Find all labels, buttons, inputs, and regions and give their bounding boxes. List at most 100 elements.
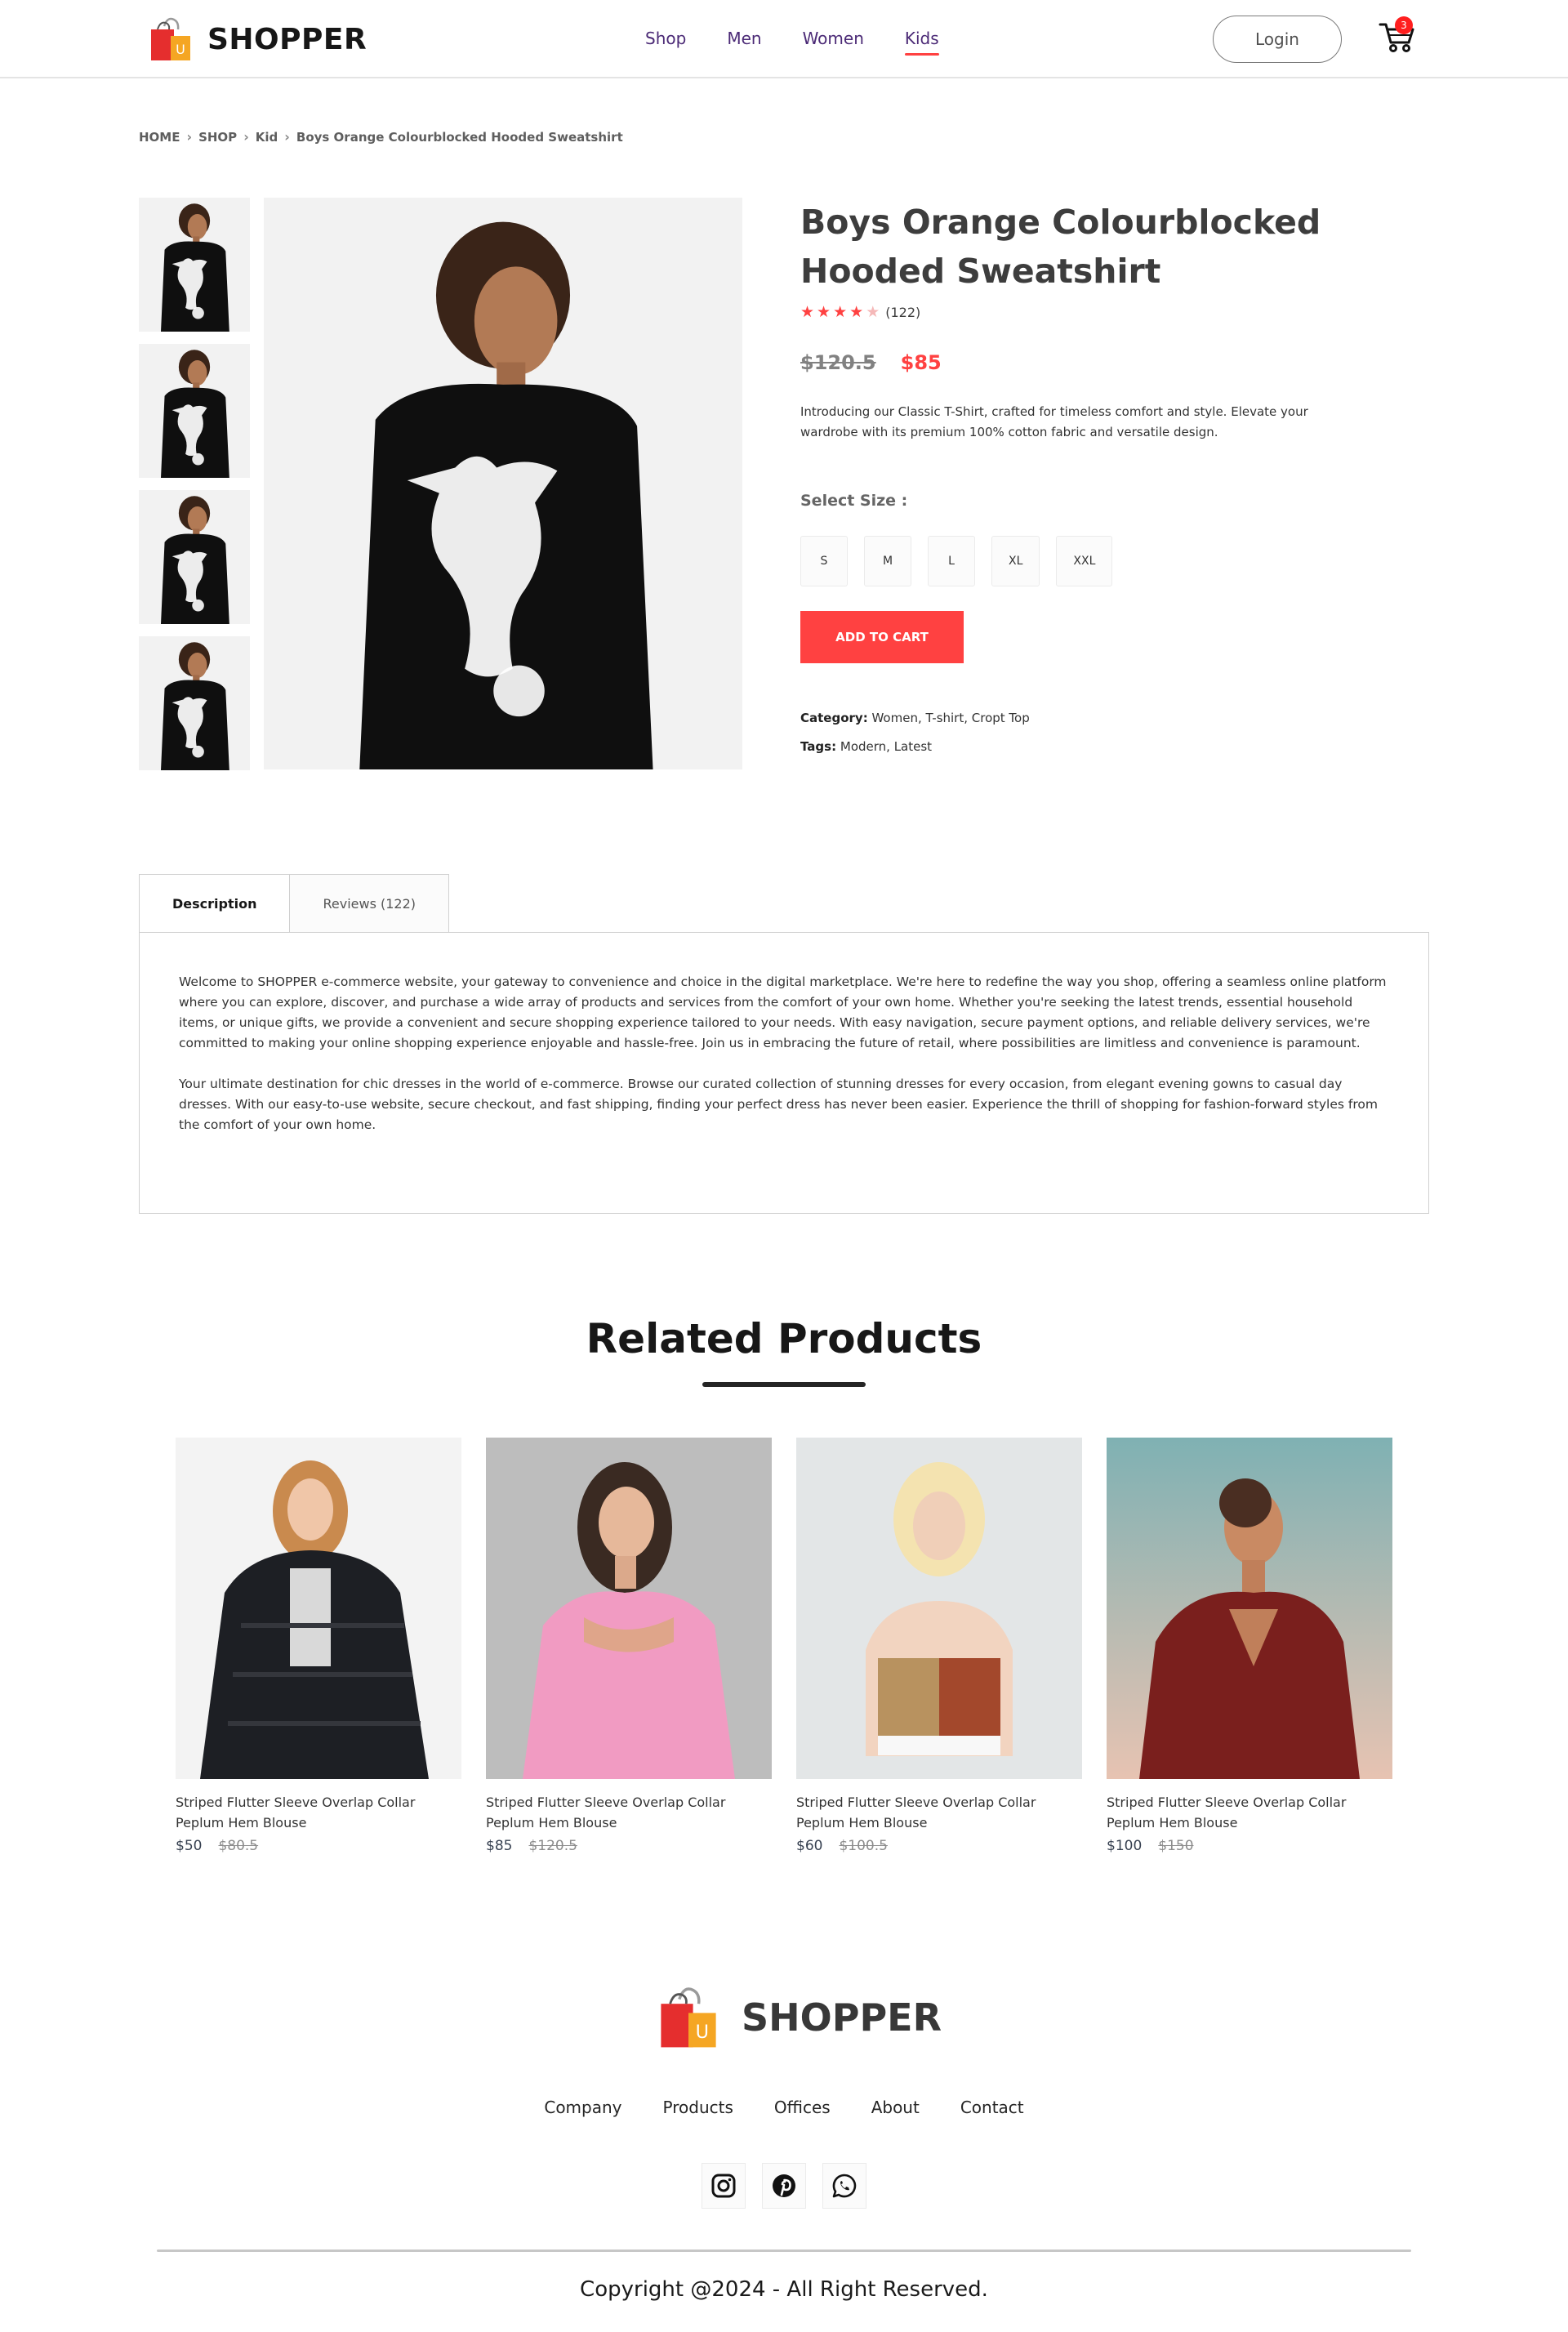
category-row: Category: Women, T-shirt, Cropt Top [800, 704, 1388, 733]
tags-value: Modern, Latest [840, 739, 933, 754]
size-option-l[interactable]: L [928, 536, 975, 586]
product-thumbnail[interactable] [139, 490, 250, 624]
add-to-cart-button[interactable]: ADD TO CART [800, 611, 964, 663]
login-button[interactable]: Login [1213, 16, 1342, 63]
size-option-m[interactable]: M [864, 536, 911, 586]
footer-link-products[interactable]: Products [663, 2098, 733, 2117]
star-filled-icon: ★ [817, 303, 831, 321]
shopping-bag-logo-icon [145, 15, 196, 64]
size-option-xxl[interactable]: XXL [1056, 536, 1113, 586]
footer-brand-name: SHOPPER [742, 1995, 942, 2040]
description-paragraph: Welcome to SHOPPER e-commerce website, y… [179, 974, 1387, 1050]
size-option-xl[interactable]: XL [991, 536, 1040, 586]
main-nav: Shop Men Women Kids [645, 25, 939, 56]
tab-description[interactable]: Description [139, 874, 291, 933]
product-title: Boys Orange Colourblocked Hooded Sweatsh… [800, 198, 1388, 296]
star-empty-icon: ★ [866, 303, 880, 321]
title-underline [702, 1382, 866, 1387]
product-info: Boys Orange Colourblocked Hooded Sweatsh… [800, 198, 1388, 761]
description-panel: Welcome to SHOPPER e-commerce website, y… [139, 932, 1429, 1214]
size-selector: S M L XL XXL [800, 536, 1388, 586]
product-card[interactable]: Striped Flutter Sleeve Overlap Collar Pe… [486, 1438, 772, 1854]
product-card[interactable]: Striped Flutter Sleeve Overlap Collar Pe… [176, 1438, 461, 1854]
product-tabs: Description Reviews (122) [139, 874, 450, 933]
product-short-description: Introducing our Classic T-Shirt, crafted… [800, 404, 1308, 439]
product-card[interactable]: Striped Flutter Sleeve Overlap Collar Pe… [1107, 1438, 1392, 1854]
nav-shop[interactable]: Shop [645, 25, 686, 52]
star-filled-icon: ★ [849, 303, 864, 321]
social-links [0, 2163, 1568, 2209]
product-thumbnail[interactable] [139, 344, 250, 478]
footer-link-offices[interactable]: Offices [774, 2098, 831, 2117]
whatsapp-icon[interactable] [822, 2163, 866, 2209]
tab-reviews[interactable]: Reviews (122) [290, 874, 450, 933]
product-card-new-price: $85 [486, 1838, 513, 1854]
tags-row: Tags: Modern, Latest [800, 733, 1388, 761]
chevron-right-icon: › [186, 129, 193, 145]
product-card-prices: $85 $120.5 [486, 1838, 772, 1854]
old-price: $120.5 [800, 351, 876, 374]
product-card-old-price: $100.5 [839, 1838, 888, 1854]
brand-name: SHOPPER [207, 22, 368, 56]
footer-links: Company Products Offices About Contact [0, 2098, 1568, 2117]
breadcrumb-current: Boys Orange Colourblocked Hooded Sweatsh… [296, 129, 623, 145]
product-prices: $120.5 $85 [800, 351, 1388, 374]
product-card-name: Striped Flutter Sleeve Overlap Collar Pe… [486, 1795, 726, 1830]
description-paragraph: Your ultimate destination for chic dress… [179, 1077, 1378, 1132]
category-value: Women, T-shirt, Cropt Top [871, 711, 1030, 725]
pinterest-icon[interactable] [762, 2163, 806, 2209]
product-card-prices: $100 $150 [1107, 1838, 1392, 1854]
product-card-old-price: $80.5 [218, 1838, 259, 1854]
chevron-right-icon: › [284, 129, 290, 145]
product-card-image [1107, 1438, 1392, 1779]
footer-divider [157, 2250, 1411, 2252]
product-card-prices: $60 $100.5 [796, 1838, 1082, 1854]
product-card-new-price: $60 [796, 1838, 823, 1854]
new-price: $85 [900, 351, 942, 374]
product-meta: Category: Women, T-shirt, Cropt Top Tags… [800, 704, 1388, 761]
chevron-right-icon: › [243, 129, 249, 145]
tags-label: Tags: [800, 739, 837, 754]
breadcrumb: HOME › SHOP › Kid › Boys Orange Colourbl… [139, 129, 623, 145]
product-card-image [486, 1438, 772, 1779]
related-products-title: Related Products [586, 1315, 982, 1362]
copyright-text: Copyright @2024 - All Right Reserved. [580, 2277, 988, 2302]
product-title-line-1: Boys Orange Colourblocked [800, 203, 1321, 242]
footer-link-company[interactable]: Company [544, 2098, 621, 2117]
product-card-name: Striped Flutter Sleeve Overlap Collar Pe… [796, 1795, 1036, 1830]
nav-women[interactable]: Women [803, 25, 864, 52]
footer-logo[interactable]: SHOPPER [653, 1983, 942, 2052]
product-card-image [176, 1438, 461, 1779]
breadcrumb-kid[interactable]: Kid [256, 130, 278, 145]
nav-kids[interactable]: Kids [904, 25, 939, 56]
cart-count-badge: 3 [1395, 16, 1413, 34]
product-card[interactable]: Striped Flutter Sleeve Overlap Collar Pe… [796, 1438, 1082, 1854]
product-thumbnail[interactable] [139, 198, 250, 332]
product-rating: ★ ★ ★ ★ ★ (122) [800, 304, 1388, 320]
brand-logo[interactable]: SHOPPER [145, 15, 367, 64]
footer-link-about[interactable]: About [871, 2098, 920, 2117]
product-main-image [264, 198, 742, 769]
breadcrumb-shop[interactable]: SHOP [198, 130, 237, 145]
product-card-new-price: $100 [1107, 1838, 1143, 1854]
related-products-grid: Striped Flutter Sleeve Overlap Collar Pe… [176, 1438, 1392, 1854]
product-card-name: Striped Flutter Sleeve Overlap Collar Pe… [176, 1795, 416, 1830]
product-card-image [796, 1438, 1082, 1779]
size-option-s[interactable]: S [800, 536, 848, 586]
star-filled-icon: ★ [833, 303, 848, 321]
thumbnail-list [139, 198, 250, 783]
nav-men[interactable]: Men [727, 25, 761, 52]
rating-count: (122) [885, 304, 921, 320]
breadcrumb-home[interactable]: HOME [139, 130, 180, 145]
product-card-name: Striped Flutter Sleeve Overlap Collar Pe… [1107, 1795, 1347, 1830]
size-label: Select Size : [800, 492, 908, 510]
product-title-line-2: Hooded Sweatshirt [800, 252, 1161, 291]
site-header: SHOPPER Shop Men Women Kids Login 3 [0, 0, 1568, 78]
product-card-old-price: $120.5 [528, 1838, 577, 1854]
product-thumbnail[interactable] [139, 636, 250, 770]
shopping-bag-logo-icon [653, 1983, 724, 2052]
category-label: Category: [800, 711, 868, 725]
footer-link-contact[interactable]: Contact [960, 2098, 1024, 2117]
product-card-prices: $50 $80.5 [176, 1838, 461, 1854]
instagram-icon[interactable] [702, 2163, 746, 2209]
